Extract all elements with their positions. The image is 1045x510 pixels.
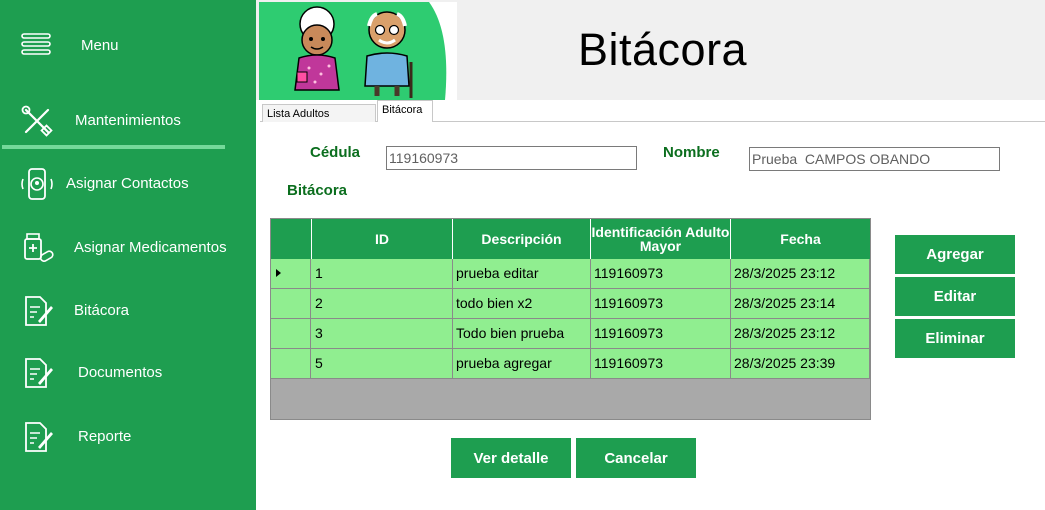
- column-header-id[interactable]: ID: [312, 219, 453, 259]
- row-header[interactable]: [271, 349, 311, 378]
- nombre-field[interactable]: [749, 147, 1000, 171]
- row-header[interactable]: [271, 259, 311, 288]
- cell-fecha[interactable]: 28/3/2025 23:39: [731, 349, 870, 378]
- menu-label: Menu: [81, 37, 119, 54]
- cell-descripcion[interactable]: prueba editar: [453, 259, 591, 288]
- cell-identificacion[interactable]: 119160973: [591, 259, 731, 288]
- nombre-label: Nombre: [663, 144, 720, 161]
- medicine-icon: [24, 233, 54, 262]
- tab-lista-adultos-mayores[interactable]: Lista Adultos Mayores: [262, 104, 376, 138]
- cell-identificacion[interactable]: 119160973: [591, 289, 731, 318]
- sidebar-item-label: Documentos: [78, 364, 163, 381]
- cell-identificacion[interactable]: 119160973: [591, 349, 731, 378]
- table-row[interactable]: 3 Todo bien prueba 119160973 28/3/2025 2…: [271, 319, 870, 349]
- cell-fecha[interactable]: 28/3/2025 23:14: [731, 289, 870, 318]
- sidebar-item-reporte[interactable]: Reporte: [0, 416, 256, 456]
- sidebar-item-label: Reporte: [78, 428, 132, 445]
- tab-content: Cédula Nombre Bitácora ID Descripción Id…: [260, 122, 1045, 510]
- table-row[interactable]: 2 todo bien x2 119160973 28/3/2025 23:14: [271, 289, 870, 319]
- cell-identificacion[interactable]: 119160973: [591, 319, 731, 348]
- hamburger-menu-icon: [21, 33, 51, 55]
- current-row-arrow-icon: [276, 269, 281, 277]
- sidebar-item-label: Asignar Medicamentos: [74, 239, 227, 256]
- bitacora-grid[interactable]: ID Descripción Identificación Adulto May…: [270, 218, 871, 420]
- sidebar-item-bitacora[interactable]: Bitácora: [0, 290, 256, 330]
- cell-id[interactable]: 3: [312, 319, 453, 348]
- column-header-descripcion[interactable]: Descripción: [453, 219, 591, 259]
- phone-contact-icon: [21, 168, 53, 200]
- header: Bitácora: [256, 0, 1045, 100]
- column-header-fecha[interactable]: Fecha: [731, 219, 870, 259]
- sidebar-item-documentos[interactable]: Documentos: [0, 352, 256, 392]
- ver-detalle-button[interactable]: Ver detalle: [451, 438, 571, 478]
- sidebar-item-mantenimientos[interactable]: Mantenimientos: [0, 100, 256, 140]
- menu-toggle[interactable]: Menu: [0, 24, 256, 64]
- cell-descripcion[interactable]: todo bien x2: [453, 289, 591, 318]
- document-pen-icon: [25, 422, 53, 452]
- agregar-button[interactable]: Agregar: [895, 235, 1015, 274]
- sidebar-item-label: Bitácora: [74, 302, 130, 319]
- eliminar-button[interactable]: Eliminar: [895, 319, 1015, 358]
- cell-id[interactable]: 5: [312, 349, 453, 378]
- row-header-corner: [271, 219, 312, 259]
- cedula-label: Cédula: [310, 144, 361, 161]
- table-row[interactable]: 1 prueba editar 119160973 28/3/2025 23:1…: [271, 259, 870, 289]
- table-row[interactable]: 5 prueba agregar 119160973 28/3/2025 23:…: [271, 349, 870, 379]
- document-pen-icon: [25, 358, 53, 388]
- bitacora-section-label: Bitácora: [287, 182, 348, 199]
- main-panel: Bitácora Lista Adultos Mayores Bitácora …: [256, 0, 1045, 510]
- tools-icon: [21, 105, 53, 137]
- page-title: Bitácora: [578, 24, 748, 75]
- elderly-couple-logo: [259, 2, 457, 100]
- grid-header: ID Descripción Identificación Adulto May…: [271, 219, 870, 259]
- cell-fecha[interactable]: 28/3/2025 23:12: [731, 319, 870, 348]
- sidebar-item-asignar-medicamentos[interactable]: Asignar Medicamentos: [0, 227, 256, 267]
- document-pen-icon: [25, 296, 53, 326]
- active-underline: [2, 145, 225, 149]
- cedula-field[interactable]: [386, 146, 637, 170]
- sidebar: Menu Mantenimientos Asignar Contactos As…: [0, 0, 256, 510]
- cell-fecha[interactable]: 28/3/2025 23:12: [731, 259, 870, 288]
- cell-descripcion[interactable]: prueba agregar: [453, 349, 591, 378]
- sidebar-item-label: Mantenimientos: [75, 112, 181, 129]
- cell-id[interactable]: 1: [312, 259, 453, 288]
- sidebar-item-asignar-contactos[interactable]: Asignar Contactos: [0, 163, 256, 203]
- cancelar-button[interactable]: Cancelar: [576, 438, 696, 478]
- tab-bitacora[interactable]: Bitácora: [377, 100, 433, 123]
- column-header-identificacion[interactable]: Identificación Adulto Mayor: [591, 219, 731, 259]
- row-header[interactable]: [271, 319, 311, 348]
- row-header[interactable]: [271, 289, 311, 318]
- editar-button[interactable]: Editar: [895, 277, 1015, 316]
- cell-descripcion[interactable]: Todo bien prueba: [453, 319, 591, 348]
- cell-id[interactable]: 2: [312, 289, 453, 318]
- sidebar-item-label: Asignar Contactos: [66, 175, 189, 192]
- tab-strip: Lista Adultos Mayores Bitácora: [260, 100, 1045, 138]
